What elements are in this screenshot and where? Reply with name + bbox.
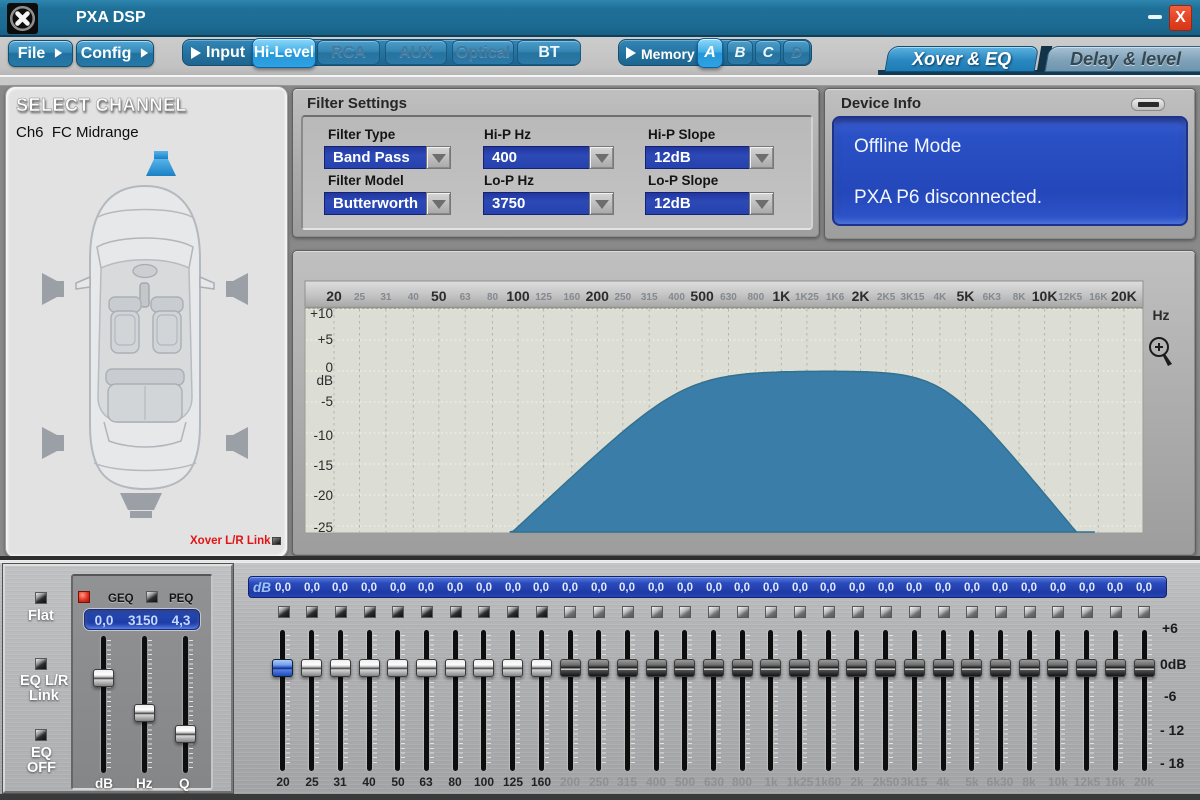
- svg-text:1K: 1K: [772, 288, 790, 304]
- svg-text:5K: 5K: [956, 288, 974, 304]
- svg-text:160: 160: [563, 292, 580, 303]
- svg-text:2K5: 2K5: [877, 292, 896, 303]
- svg-text:-25: -25: [313, 520, 333, 535]
- svg-text:-15: -15: [313, 458, 333, 473]
- svg-text:63: 63: [460, 292, 472, 303]
- svg-text:10K: 10K: [1032, 288, 1058, 304]
- svg-text:Hz: Hz: [1152, 307, 1169, 323]
- svg-text:-10: -10: [313, 428, 333, 443]
- svg-text:dB: dB: [316, 373, 333, 388]
- svg-text:80: 80: [487, 292, 499, 303]
- svg-text:800: 800: [747, 292, 764, 303]
- svg-text:400: 400: [668, 292, 685, 303]
- svg-text:50: 50: [431, 288, 447, 304]
- svg-text:1K6: 1K6: [826, 292, 845, 303]
- svg-text:500: 500: [690, 288, 714, 304]
- svg-text:-5: -5: [321, 394, 333, 409]
- svg-text:25: 25: [354, 292, 366, 303]
- svg-text:20: 20: [326, 288, 342, 304]
- svg-text:12K5: 12K5: [1058, 292, 1082, 303]
- svg-text:4K: 4K: [934, 292, 948, 303]
- svg-text:-20: -20: [313, 488, 333, 503]
- svg-text:40: 40: [408, 292, 420, 303]
- svg-text:630: 630: [720, 292, 737, 303]
- svg-text:250: 250: [614, 292, 631, 303]
- svg-text:16K: 16K: [1089, 292, 1108, 303]
- svg-text:31: 31: [380, 292, 392, 303]
- svg-text:2K: 2K: [852, 288, 870, 304]
- svg-text:20K: 20K: [1111, 288, 1137, 304]
- svg-text:3K15: 3K15: [901, 292, 925, 303]
- svg-text:+10: +10: [310, 306, 333, 321]
- svg-text:100: 100: [506, 288, 530, 304]
- svg-text:8K: 8K: [1013, 292, 1027, 303]
- svg-text:1K25: 1K25: [795, 292, 819, 303]
- svg-text:125: 125: [535, 292, 552, 303]
- svg-text:315: 315: [641, 292, 658, 303]
- svg-text:6K3: 6K3: [983, 292, 1002, 303]
- svg-text:+5: +5: [318, 332, 333, 347]
- svg-text:200: 200: [586, 288, 610, 304]
